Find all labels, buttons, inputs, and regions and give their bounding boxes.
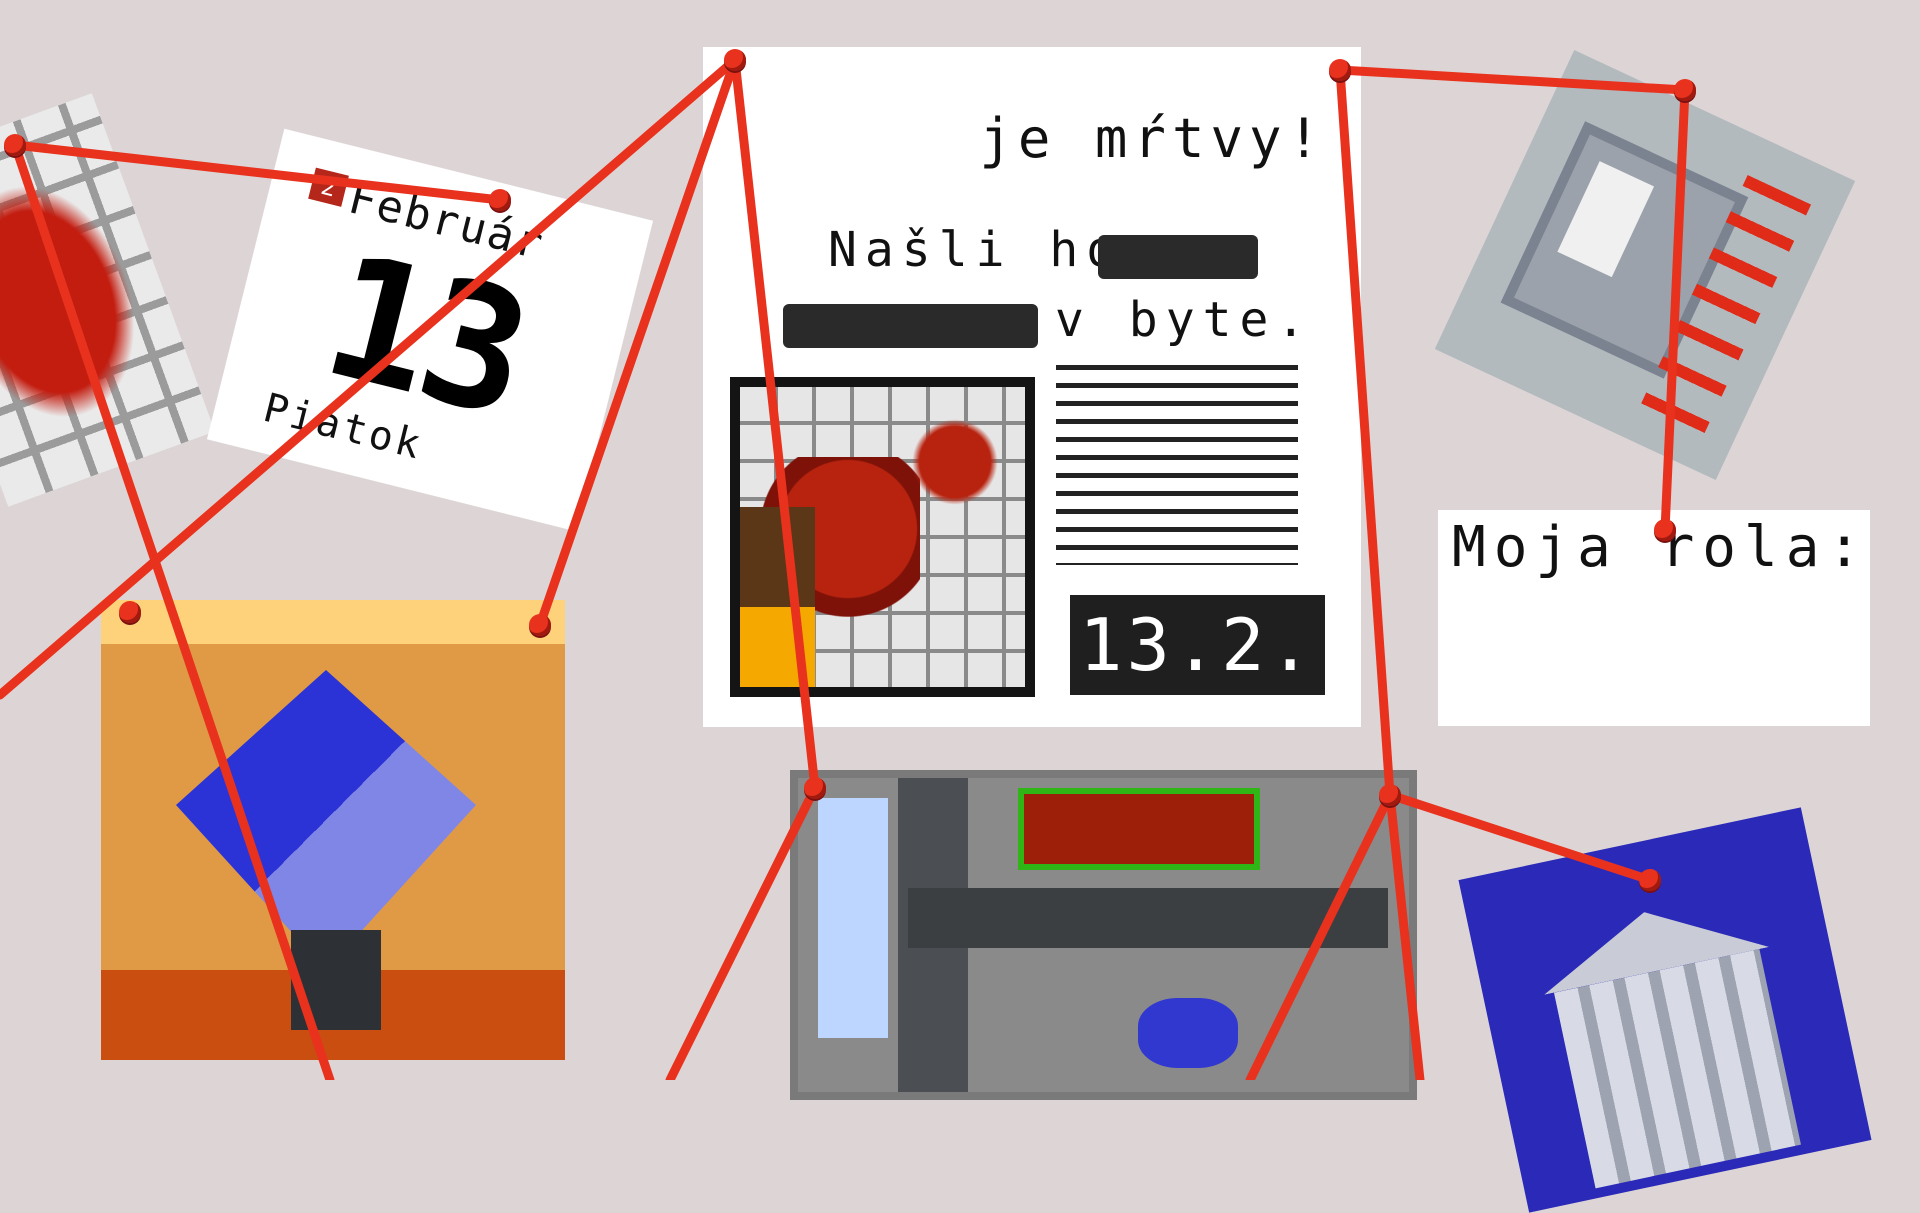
pin[interactable]	[529, 614, 551, 636]
city-map-icon	[1138, 998, 1238, 1068]
crime-scene-photo	[730, 377, 1035, 697]
evidence-card-computer[interactable]	[1434, 49, 1856, 481]
evidence-card-newspaper[interactable]: je mŕtvy! Našli ho v byte. 13.2.	[703, 47, 1361, 727]
pin[interactable]	[804, 777, 826, 799]
newspaper-line-1: Našli ho	[828, 222, 1124, 278]
article-text-lines	[1056, 365, 1298, 565]
pin[interactable]	[1639, 869, 1661, 891]
newspaper-line-2: v byte.	[1055, 292, 1314, 348]
sky-band	[101, 600, 565, 644]
pin[interactable]	[1329, 59, 1351, 81]
victim-shirt	[740, 607, 815, 687]
newspaper-headline: je mŕtvy!	[979, 107, 1326, 170]
road	[908, 888, 1388, 948]
victim-hair	[740, 507, 815, 607]
pin[interactable]	[4, 134, 26, 156]
evidence-card-diamond[interactable]	[101, 600, 565, 1060]
role-card[interactable]: Moja rola:	[1438, 510, 1870, 726]
evidence-card-blood[interactable]	[0, 93, 215, 507]
building-block	[1018, 788, 1260, 870]
redacted-block	[783, 304, 1038, 348]
pin[interactable]	[1674, 79, 1696, 101]
pin[interactable]	[724, 49, 746, 71]
diamond-icon	[176, 670, 476, 970]
redacted-block	[1098, 235, 1258, 279]
evidence-card-map[interactable]	[790, 770, 1417, 1100]
evidence-card-calendar[interactable]: 2 Február 13 Piatok	[206, 128, 654, 532]
evidence-card-bank[interactable]	[1458, 807, 1872, 1213]
pin[interactable]	[1379, 784, 1401, 806]
blood-splatter-icon	[900, 417, 1010, 507]
diamond-stand	[291, 930, 381, 1030]
pin[interactable]	[119, 601, 141, 623]
pin[interactable]	[1654, 519, 1676, 541]
newspaper-date: 13.2.	[1070, 595, 1325, 695]
river	[818, 798, 888, 1038]
calendar-month-number: 2	[308, 167, 349, 207]
bank-building-icon	[1553, 949, 1801, 1189]
pin[interactable]	[489, 189, 511, 211]
